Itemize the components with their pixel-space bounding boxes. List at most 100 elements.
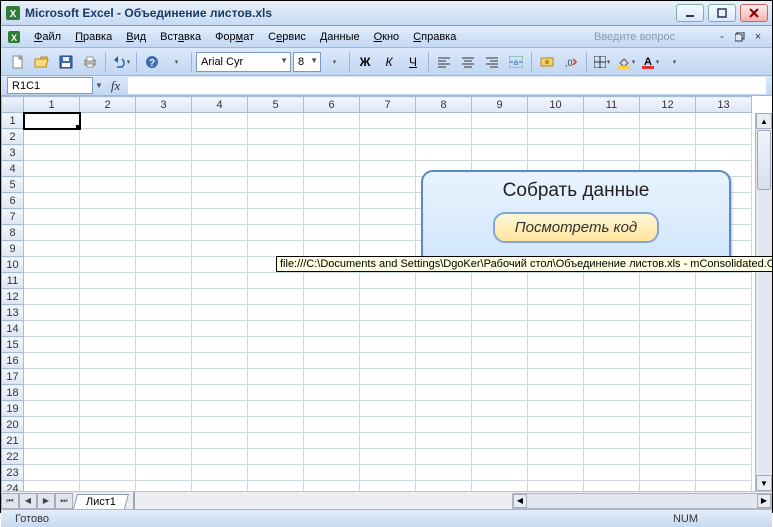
namebox-dropdown-icon[interactable]: ▼ — [95, 81, 103, 90]
cell[interactable] — [192, 273, 248, 289]
cell[interactable] — [136, 449, 192, 465]
cell[interactable] — [472, 337, 528, 353]
font-size-select[interactable]: 8 — [293, 52, 321, 72]
cell[interactable] — [416, 273, 472, 289]
cell[interactable] — [192, 225, 248, 241]
row-header[interactable]: 23 — [2, 465, 24, 481]
col-header[interactable]: 3 — [136, 97, 192, 113]
cell[interactable] — [584, 353, 640, 369]
cell[interactable] — [24, 449, 80, 465]
cell[interactable] — [416, 465, 472, 481]
cell[interactable] — [248, 481, 304, 492]
cell[interactable] — [192, 353, 248, 369]
row-header[interactable]: 7 — [2, 209, 24, 225]
cell[interactable] — [416, 369, 472, 385]
cell[interactable] — [192, 369, 248, 385]
row-header[interactable]: 22 — [2, 449, 24, 465]
menu-help[interactable]: Справка — [406, 29, 463, 45]
cell[interactable] — [192, 257, 248, 273]
cell[interactable] — [640, 465, 696, 481]
cell[interactable] — [472, 321, 528, 337]
cell[interactable] — [472, 273, 528, 289]
cell[interactable] — [136, 129, 192, 145]
help-icon[interactable]: ? — [141, 51, 163, 73]
doc-close-button[interactable]: × — [750, 30, 766, 44]
row-header[interactable]: 4 — [2, 161, 24, 177]
cell[interactable] — [360, 145, 416, 161]
cell[interactable] — [136, 289, 192, 305]
cell[interactable] — [528, 465, 584, 481]
font-color-icon[interactable]: A▾ — [639, 51, 661, 73]
cell[interactable] — [640, 321, 696, 337]
row-header[interactable]: 6 — [2, 193, 24, 209]
cell[interactable] — [80, 465, 136, 481]
cell[interactable] — [640, 353, 696, 369]
cell[interactable] — [80, 433, 136, 449]
cell[interactable] — [136, 241, 192, 257]
undo-icon[interactable]: ▾ — [110, 51, 132, 73]
tab-nav-next-icon[interactable]: ▶ — [37, 493, 55, 509]
cell[interactable] — [304, 369, 360, 385]
toolbar-overflow-icon[interactable]: ▾ — [663, 51, 685, 73]
cell[interactable] — [192, 417, 248, 433]
cell[interactable] — [528, 129, 584, 145]
cell[interactable] — [24, 225, 80, 241]
cell[interactable] — [80, 449, 136, 465]
cell[interactable] — [80, 417, 136, 433]
cell[interactable] — [304, 225, 360, 241]
cell[interactable] — [360, 481, 416, 492]
cell[interactable] — [360, 417, 416, 433]
window-close-button[interactable] — [740, 4, 768, 22]
cell[interactable] — [136, 273, 192, 289]
cell[interactable] — [640, 449, 696, 465]
menu-insert[interactable]: Вставка — [153, 29, 208, 45]
cell[interactable] — [304, 129, 360, 145]
cell[interactable] — [80, 353, 136, 369]
tab-nav-first-icon[interactable]: ⏮ — [1, 493, 19, 509]
cell[interactable] — [640, 417, 696, 433]
cell[interactable] — [248, 161, 304, 177]
cell[interactable] — [24, 273, 80, 289]
menu-window[interactable]: Окно — [367, 29, 407, 45]
cell[interactable] — [192, 193, 248, 209]
toolbar-dropdown-icon[interactable]: ▾ — [165, 51, 187, 73]
cell[interactable] — [640, 289, 696, 305]
merge-center-icon[interactable]: a — [505, 51, 527, 73]
cell[interactable] — [192, 337, 248, 353]
cell[interactable] — [696, 417, 752, 433]
cell[interactable] — [304, 241, 360, 257]
cell[interactable] — [248, 353, 304, 369]
cell[interactable] — [360, 305, 416, 321]
cell[interactable] — [248, 449, 304, 465]
cell[interactable] — [192, 161, 248, 177]
menu-format[interactable]: Формат — [208, 29, 261, 45]
cell[interactable] — [136, 321, 192, 337]
cell[interactable] — [472, 353, 528, 369]
col-header[interactable]: 7 — [360, 97, 416, 113]
cell[interactable] — [696, 353, 752, 369]
cell[interactable] — [304, 145, 360, 161]
row-header[interactable]: 21 — [2, 433, 24, 449]
cell[interactable] — [696, 113, 752, 129]
cell[interactable] — [584, 385, 640, 401]
cell[interactable] — [696, 401, 752, 417]
cell[interactable] — [248, 289, 304, 305]
cell[interactable] — [80, 385, 136, 401]
cell[interactable] — [696, 337, 752, 353]
row-header[interactable]: 1 — [2, 113, 24, 129]
cell[interactable] — [24, 177, 80, 193]
cell[interactable] — [304, 273, 360, 289]
align-left-icon[interactable] — [433, 51, 455, 73]
cell[interactable] — [24, 337, 80, 353]
row-header[interactable]: 3 — [2, 145, 24, 161]
cell[interactable] — [696, 321, 752, 337]
cell[interactable] — [416, 481, 472, 492]
formula-input[interactable] — [128, 77, 766, 94]
cell[interactable] — [192, 129, 248, 145]
cell[interactable] — [416, 129, 472, 145]
cell[interactable] — [416, 145, 472, 161]
cell[interactable] — [584, 417, 640, 433]
cell[interactable] — [24, 257, 80, 273]
cell[interactable] — [472, 417, 528, 433]
cell[interactable] — [584, 273, 640, 289]
